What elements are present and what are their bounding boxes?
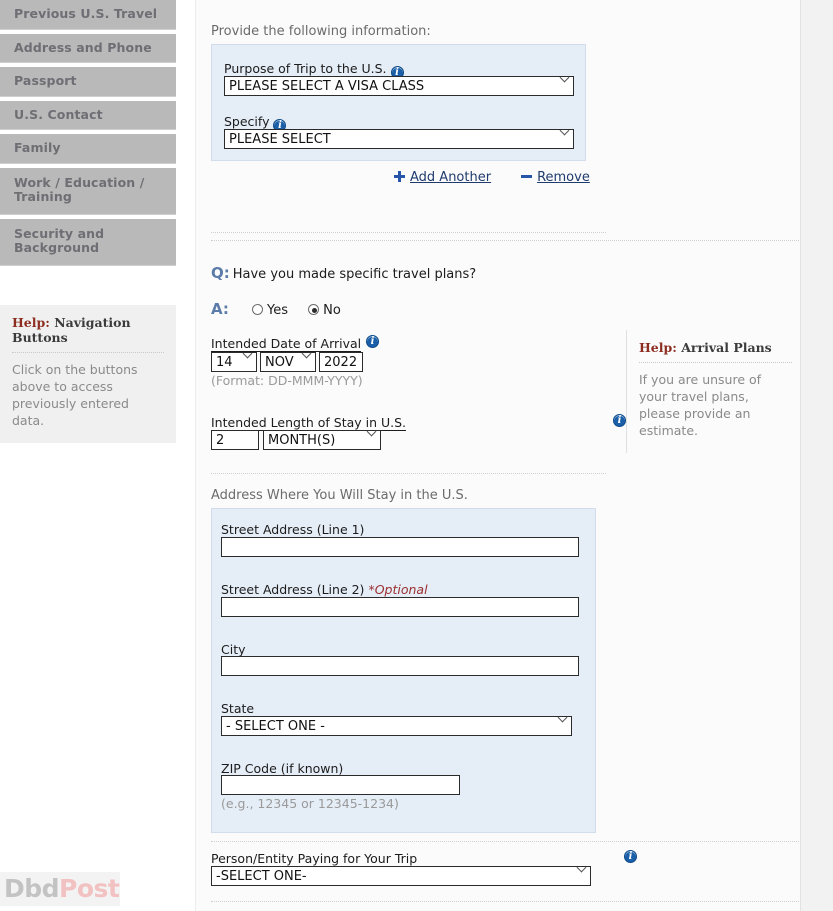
sidebar-item-family[interactable]: Family (0, 134, 176, 164)
help-label: Help: (12, 315, 50, 330)
street-line1-input[interactable] (221, 537, 579, 557)
info-icon[interactable]: i (624, 850, 637, 863)
arrival-day-select[interactable]: 14 (211, 352, 257, 372)
lead-instruction: Provide the following information: (211, 24, 431, 39)
radio-yes-label: Yes (267, 303, 289, 318)
divider (211, 240, 801, 241)
watermark-dbdpost: DbdPost (0, 872, 120, 906)
help-title-arrival: Help: Arrival Plans (639, 340, 792, 363)
sidebar-item-label: Work / Education / Training (14, 174, 145, 204)
help-body-navigation: Click on the buttons above to access pre… (12, 362, 138, 428)
info-icon[interactable]: i (366, 335, 379, 348)
divider (211, 841, 801, 842)
help-box-navigation-buttons: Help: Navigation Buttons Click on the bu… (0, 305, 176, 443)
add-another-button[interactable]: Add Another (394, 169, 491, 185)
travel-plans-answer: A: Yes No (211, 300, 341, 318)
address-section-label: Address Where You Will Stay in the U.S. (211, 488, 468, 503)
sidebar-item-security-and-background[interactable]: Security and Background (0, 218, 176, 266)
sidebar-item-label: Family (14, 140, 61, 155)
sidebar-item-label: U.S. Contact (14, 106, 103, 122)
purpose-row-actions: Add Another Remove (394, 169, 616, 185)
divider (211, 473, 606, 474)
length-of-stay-label-text: Intended Length of Stay in U.S. (211, 415, 407, 430)
answer-marker: A: (211, 300, 229, 318)
divider (211, 232, 606, 233)
page-root: Previous U.S. Travel Address and Phone P… (0, 0, 833, 911)
plus-icon (394, 171, 405, 182)
help-label: Help: (639, 340, 677, 355)
left-sidebar: Previous U.S. Travel Address and Phone P… (0, 0, 176, 911)
street-line2-label-text: Street Address (Line 2) (221, 582, 365, 597)
remove-label: Remove (537, 170, 590, 185)
arrival-date-label: Intended Date of Arrival (211, 336, 362, 352)
length-of-stay-label: Intended Length of Stay in U.S. (211, 415, 407, 431)
length-of-stay-unit-select[interactable]: MONTH(S) (263, 430, 381, 450)
sidebar-item-label: Passport (14, 73, 77, 88)
help-title-navigation: Help: Navigation Buttons (12, 315, 164, 353)
street-line2-optional-tag: *Optional (368, 582, 428, 597)
remove-button[interactable]: Remove (521, 169, 590, 185)
help-body-arrival: If you are unsure of your travel plans, … (639, 372, 762, 438)
help-box-arrival-plans: Help: Arrival Plans If you are unsure of… (626, 330, 806, 453)
divider (211, 901, 801, 902)
length-of-stay-input[interactable] (211, 430, 259, 450)
watermark-part-two: Post (59, 874, 120, 903)
payer-label-text: Person/Entity Paying for Your Trip (211, 851, 418, 866)
watermark-part-one: Dbd (4, 874, 60, 903)
sidebar-item-label: Previous U.S. Travel (14, 6, 158, 21)
travel-plans-question: Q: Have you made specific travel plans? (211, 264, 476, 282)
arrival-month-select[interactable]: NOV (260, 352, 316, 372)
state-select[interactable]: - SELECT ONE - (221, 716, 572, 736)
question-text: Have you made specific travel plans? (232, 267, 477, 282)
sidebar-item-work-education-training[interactable]: Work / Education / Training (0, 167, 176, 215)
street-line2-input[interactable] (221, 597, 579, 617)
street-line2-label: Street Address (Line 2) *Optional (221, 582, 428, 597)
minus-icon (521, 171, 533, 182)
sidebar-item-label: Address and Phone (14, 39, 152, 55)
arrival-date-label-text: Intended Date of Arrival (211, 336, 362, 351)
arrival-format-hint: (Format: DD-MMM-YYYY) (211, 373, 363, 388)
main-content: Provide the following information: Purpo… (195, 0, 801, 911)
arrival-year-input[interactable] (319, 352, 363, 372)
add-another-label: Add Another (410, 170, 492, 185)
specify-label-text: Specify (224, 114, 270, 129)
sidebar-item-passport[interactable]: Passport (0, 67, 176, 97)
payer-select[interactable]: -SELECT ONE- (211, 866, 591, 886)
zip-input[interactable] (221, 775, 460, 795)
radio-no-label: No (323, 303, 341, 318)
right-gutter (800, 0, 833, 911)
street-line1-label: Street Address (Line 1) (221, 522, 365, 537)
city-input[interactable] (221, 656, 579, 676)
zip-format-hint: (e.g., 12345 or 12345-1234) (221, 796, 399, 811)
sidebar-item-label: Security and Background (14, 225, 105, 255)
payer-label: Person/Entity Paying for Your Trip (211, 851, 418, 867)
sidebar-item-address-and-phone[interactable]: Address and Phone (0, 33, 176, 63)
purpose-of-trip-select[interactable]: PLEASE SELECT A VISA CLASS (224, 76, 574, 96)
purpose-of-trip-label-text: Purpose of Trip to the U.S. (224, 61, 387, 76)
zip-label: ZIP Code (if known) (221, 761, 344, 776)
specify-select[interactable]: PLEASE SELECT (224, 129, 574, 149)
sidebar-item-us-contact[interactable]: U.S. Contact (0, 100, 176, 130)
section-navigation: Previous U.S. Travel Address and Phone P… (0, 0, 176, 270)
radio-travel-plans-no[interactable] (308, 304, 320, 315)
sidebar-item-previous-us-travel[interactable]: Previous U.S. Travel (0, 0, 176, 30)
help-topic: Arrival Plans (681, 340, 772, 355)
city-label: City (221, 642, 246, 657)
info-icon[interactable]: i (613, 414, 626, 427)
question-marker: Q: (211, 264, 230, 282)
state-label: State (221, 701, 255, 716)
radio-travel-plans-yes[interactable] (252, 304, 264, 315)
